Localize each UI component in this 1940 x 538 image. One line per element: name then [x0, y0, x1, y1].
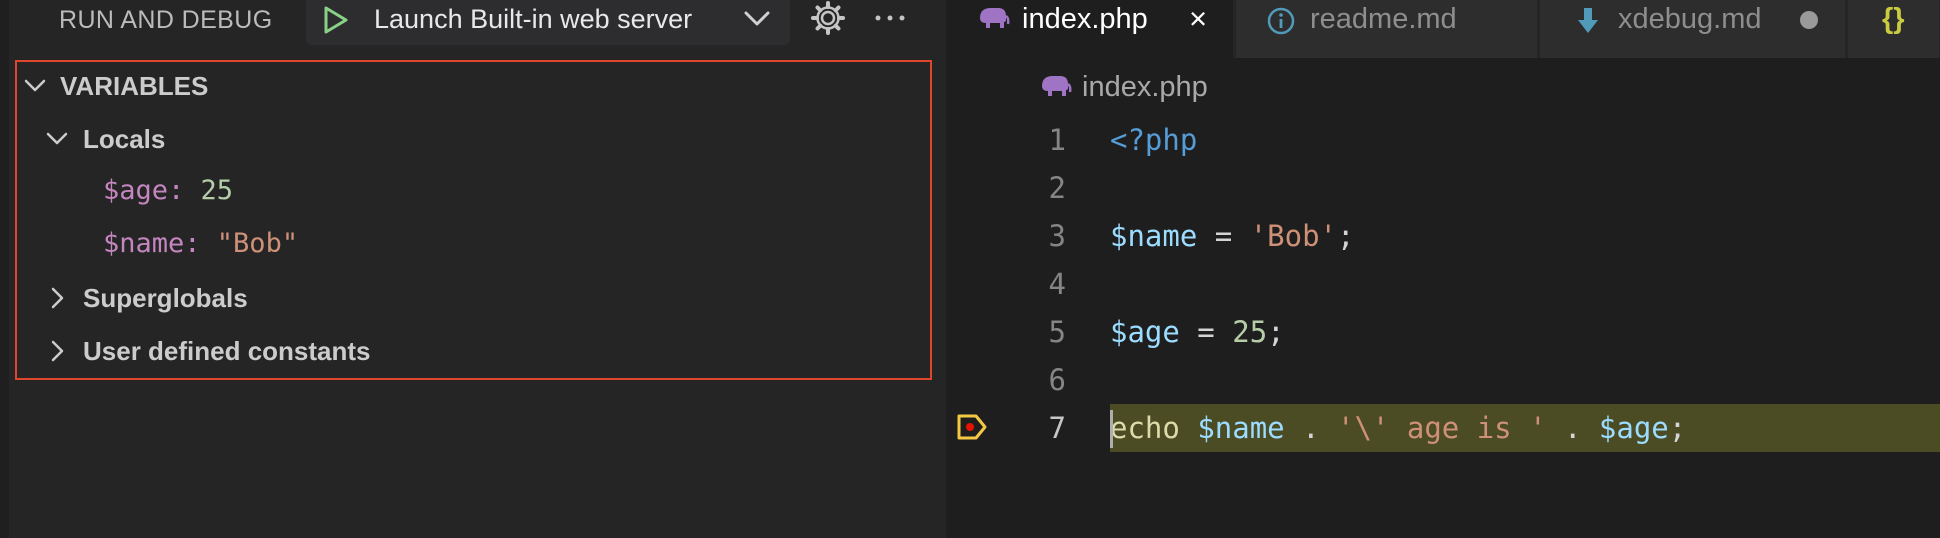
variables-section-header[interactable]: VARIABLES: [17, 66, 930, 106]
variable-name: $age: [103, 175, 169, 206]
variables-panel: VARIABLES Locals $age: 25 $name: "Bob" S…: [15, 60, 932, 380]
user-constants-label: User defined constants: [83, 336, 371, 366]
variable-value: "Bob": [216, 228, 299, 259]
superglobals-label: Superglobals: [83, 283, 248, 313]
chevron-right-icon[interactable]: [45, 339, 69, 363]
modified-dot-icon: [1800, 11, 1818, 29]
tree-item-user-constants[interactable]: User defined constants: [17, 331, 930, 371]
json-icon[interactable]: {}: [1882, 0, 1905, 38]
tab-xdebug-md[interactable]: xdebug.md: [1540, 0, 1846, 58]
php-elephant-icon: [976, 4, 1010, 39]
code-line[interactable]: 7 echo $name . '\' age is ' . $age;: [946, 404, 1940, 452]
variable-row[interactable]: $age: 25: [17, 171, 930, 211]
chevron-down-icon[interactable]: [45, 127, 69, 151]
launch-config-label[interactable]: Launch Built-in web server: [374, 4, 692, 34]
tab-label[interactable]: xdebug.md: [1618, 0, 1762, 38]
launch-config-dropdown[interactable]: Launch Built-in web server: [306, 0, 790, 45]
line-number: 5: [1048, 315, 1066, 349]
code-line[interactable]: 6: [946, 356, 1940, 404]
locals-label: Locals: [83, 124, 166, 154]
line-number: 4: [1048, 267, 1066, 301]
chevron-right-icon[interactable]: [45, 286, 69, 310]
arrow-down-icon: [1576, 6, 1600, 41]
line-number: 6: [1048, 363, 1066, 397]
line-number: 2: [1048, 171, 1066, 205]
code-line[interactable]: 4: [946, 260, 1940, 308]
info-icon: [1266, 6, 1296, 41]
tree-item-locals[interactable]: Locals: [17, 119, 930, 159]
code-text: $age = 25;: [1110, 315, 1285, 349]
breadcrumb-file[interactable]: index.php: [1082, 70, 1208, 104]
chevron-down-icon[interactable]: [740, 8, 774, 30]
tab-label[interactable]: index.php: [1022, 0, 1148, 38]
line-number: 3: [1048, 219, 1066, 253]
vscode-window: RUN AND DEBUG Launch Built-in web server: [0, 0, 1940, 538]
tab-readme-md[interactable]: readme.md: [1236, 0, 1538, 58]
close-icon[interactable]: ×: [1189, 0, 1207, 38]
code-editor[interactable]: 1 <?php 2 3 $name = 'Bob'; 4 5 $age = 25; 6 7 echo…: [946, 116, 1940, 538]
code-line[interactable]: 5 $age = 25;: [946, 308, 1940, 356]
debug-toolbar: RUN AND DEBUG Launch Built-in web server: [0, 0, 946, 45]
code-line[interactable]: 3 $name = 'Bob';: [946, 212, 1940, 260]
variable-value: 25: [200, 175, 234, 206]
editor-area: index.php × readme.md xdebug.md {} index…: [946, 0, 1940, 538]
code-text: echo $name . '\' age is ' . $age;: [1110, 411, 1687, 445]
tab-json[interactable]: {}: [1848, 0, 1940, 58]
breakpoint-current-icon[interactable]: [956, 412, 988, 442]
code-line[interactable]: 2: [946, 164, 1940, 212]
text-cursor: [1110, 410, 1113, 448]
variable-name: $name: [103, 228, 185, 259]
tree-item-superglobals[interactable]: Superglobals: [17, 278, 930, 318]
run-and-debug-sidebar: RUN AND DEBUG Launch Built-in web server: [0, 0, 946, 538]
activity-bar-edge: [0, 0, 9, 538]
line-number: 7: [1048, 411, 1066, 445]
code-line[interactable]: 1 <?php: [946, 116, 1940, 164]
ellipsis-icon[interactable]: [870, 0, 910, 36]
variables-header-label: VARIABLES: [60, 71, 209, 101]
chevron-down-icon[interactable]: [23, 74, 47, 98]
php-elephant-icon: [1038, 72, 1072, 107]
tab-index-php[interactable]: index.php ×: [946, 0, 1234, 58]
code-text: $name = 'Bob';: [1110, 219, 1355, 253]
line-number: 1: [1048, 123, 1066, 157]
variable-row[interactable]: $name: "Bob": [17, 224, 930, 264]
debug-view-title: RUN AND DEBUG: [59, 6, 273, 34]
editor-tab-bar: index.php × readme.md xdebug.md {}: [946, 0, 1940, 58]
tab-label[interactable]: readme.md: [1310, 0, 1457, 38]
gear-icon[interactable]: [808, 0, 848, 36]
code-text: <?php: [1110, 123, 1198, 157]
play-icon[interactable]: [320, 4, 350, 36]
